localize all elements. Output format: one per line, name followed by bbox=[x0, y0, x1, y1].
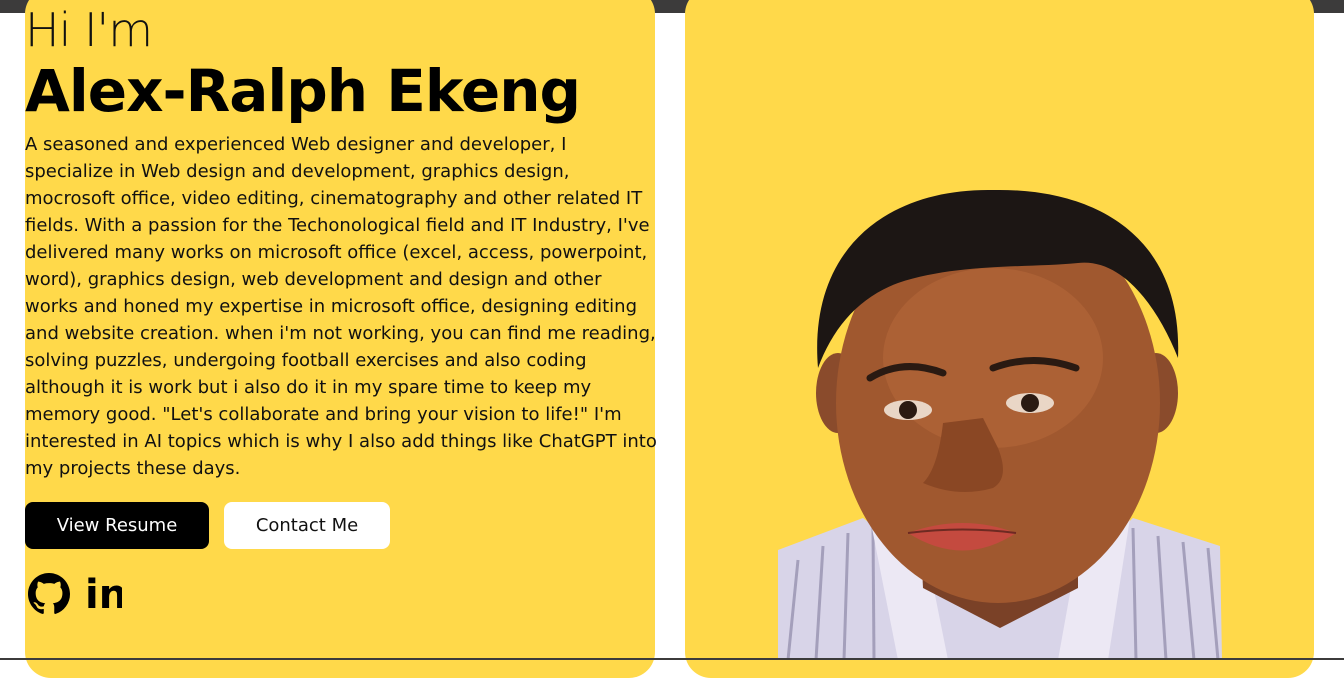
profile-photo bbox=[778, 189, 1222, 660]
hero-name: Alex-Ralph Ekeng bbox=[25, 57, 581, 125]
view-resume-button[interactable]: View Resume bbox=[25, 502, 209, 549]
greeting-text: Hi I'm bbox=[25, 3, 153, 57]
bio-paragraph: A seasoned and experienced Web designer … bbox=[25, 134, 657, 479]
svg-text:in: in bbox=[85, 577, 122, 611]
linkedin-icon[interactable]: in bbox=[83, 572, 123, 616]
contact-me-button[interactable]: Contact Me bbox=[224, 502, 390, 549]
github-icon[interactable] bbox=[27, 572, 71, 616]
